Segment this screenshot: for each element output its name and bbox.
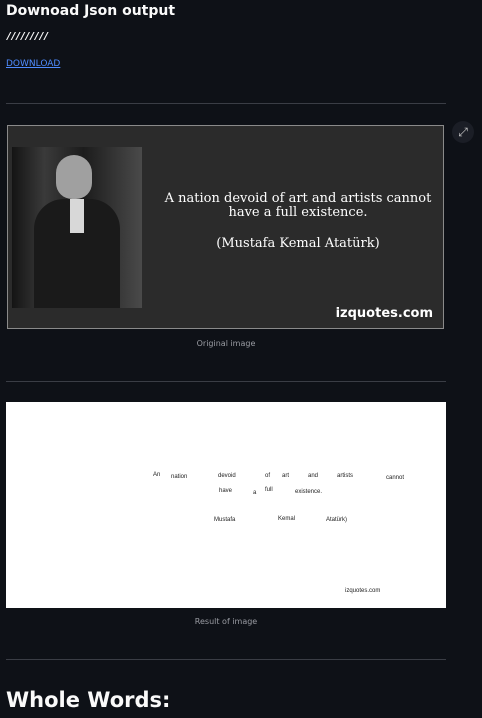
ocr-word: and [308, 473, 319, 479]
ocr-word: full [265, 487, 273, 493]
divider [6, 381, 446, 382]
ocr-word: nation [171, 474, 188, 480]
ocr-word: a [253, 490, 257, 496]
ocr-word: devoid [218, 473, 236, 479]
ocr-word: izquotes.com [345, 588, 381, 594]
ocr-word: Kemal [278, 516, 296, 522]
ocr-word: cannot [386, 475, 405, 481]
portrait-photo [12, 147, 142, 308]
original-image-caption: Original image [196, 339, 256, 348]
quote-text: A nation devoid of art and artists canno… [164, 191, 432, 220]
ocr-word: Atatürk) [326, 517, 348, 523]
result-image-caption: Result of image [194, 617, 258, 626]
ocr-word: existence. [295, 489, 323, 495]
divider [6, 659, 446, 660]
site-watermark: izquotes.com [335, 306, 433, 321]
divider [6, 103, 446, 104]
ocr-word: art [282, 473, 290, 479]
download-link[interactable]: DOWNLOAD [6, 59, 60, 69]
ocr-word: An [153, 472, 161, 478]
ocr-word: artists [337, 473, 354, 479]
ocr-word: of [265, 473, 271, 479]
section-title: Whole Words: [6, 688, 171, 712]
stars-text: ///////// [7, 31, 49, 42]
result-image: An nation devoid of art and artists cann… [6, 402, 446, 608]
ocr-word: Mustafa [214, 517, 236, 523]
expand-icon[interactable]: ⤢ [452, 121, 474, 143]
quote-author: (Mustafa Kemal Atatürk) [216, 236, 380, 251]
ocr-word: have [219, 488, 233, 494]
page-title: Downoad Json output [6, 3, 176, 19]
original-image: A nation devoid of art and artists canno… [7, 125, 444, 329]
